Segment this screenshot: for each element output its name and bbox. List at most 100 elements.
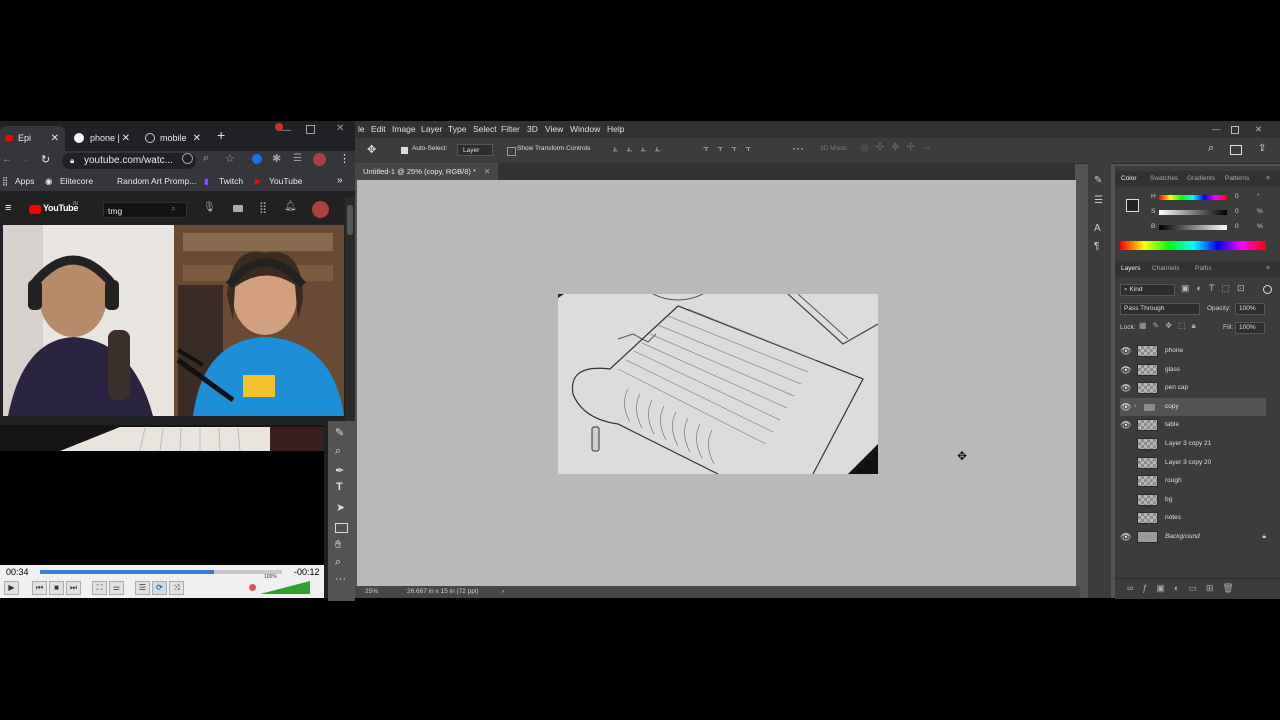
document-tab[interactable]: Untitled-1 @ 25% (copy, RGB/8) * ✕ — [355, 163, 499, 180]
menu-type[interactable]: Type — [448, 121, 466, 138]
saturation-slider[interactable] — [1159, 210, 1227, 215]
youtube-avatar[interactable] — [312, 201, 329, 218]
ps-close-icon[interactable]: ✕ — [1255, 121, 1262, 138]
type-tool-icon[interactable]: T — [336, 481, 343, 493]
opacity-input[interactable]: 100% — [1235, 303, 1265, 315]
visibility-eye-icon[interactable]: 👁︎ — [1120, 361, 1132, 379]
scrollbar-thumb[interactable] — [347, 205, 353, 235]
tab-3[interactable]: mobile ✕ — [139, 126, 207, 151]
workspace-icon[interactable] — [1230, 145, 1242, 155]
bookmark-youtube[interactable]: YouTube — [269, 171, 302, 191]
playlist-icon[interactable]: ☰ — [135, 581, 150, 595]
layer-row[interactable]: Layer 3 copy 21 — [1120, 435, 1266, 453]
more-tools-icon[interactable]: ··· — [335, 573, 346, 585]
tab-channels[interactable]: Channels — [1152, 261, 1179, 277]
menu-3d[interactable]: 3D — [527, 121, 538, 138]
layer-row[interactable]: 👁︎ pen cap — [1120, 379, 1266, 397]
mic-icon[interactable]: 🎙︎ — [203, 202, 216, 213]
bookmark-elitecore[interactable]: Elitecore — [60, 171, 93, 191]
adjustments-icon[interactable]: ☰ — [1094, 195, 1103, 206]
bookmark-twitch[interactable]: Twitch — [219, 171, 243, 191]
mute-icon[interactable] — [249, 584, 256, 591]
omnibox[interactable]: 🔒︎ youtube.com/watc... — [62, 153, 196, 169]
layer-row[interactable]: 👁︎ table — [1120, 416, 1266, 434]
move-tool-icon[interactable]: ✥ — [367, 143, 376, 156]
close-window-icon[interactable]: ✕ — [336, 123, 344, 134]
tab-1[interactable]: Epi ✕ — [0, 126, 65, 151]
brightness-value[interactable]: 0 — [1235, 223, 1239, 230]
ps-maximize-icon[interactable] — [1231, 126, 1239, 134]
zoom-tool-2-icon[interactable]: ⌕ — [335, 556, 341, 569]
menu-layer[interactable]: Layer — [421, 121, 442, 138]
visibility-eye-icon[interactable]: 👁︎ — [1120, 528, 1132, 546]
foreground-color-swatch[interactable] — [1126, 199, 1139, 212]
menu-select[interactable]: Select — [473, 121, 497, 138]
play-button[interactable]: ▶ — [4, 581, 19, 595]
fill-input[interactable]: 100% — [1235, 322, 1265, 334]
hue-value[interactable]: 0 — [1235, 193, 1239, 200]
shuffle-icon[interactable]: ⤨ — [169, 581, 184, 595]
layer-filter-dropdown[interactable]: ⌕ Kind — [1120, 284, 1175, 296]
auto-select-target-dropdown[interactable]: Layer — [457, 144, 493, 156]
new-tab-icon[interactable]: + — [217, 127, 225, 143]
menu-edit[interactable]: Edit — [371, 121, 386, 138]
brightness-slider[interactable] — [1159, 225, 1227, 230]
bookmark-star-icon[interactable]: ☆ — [225, 152, 235, 165]
pen-tool-icon[interactable]: ✒ — [335, 464, 344, 477]
close-document-icon[interactable]: ✕ — [484, 167, 490, 176]
tab-swatches[interactable]: Swatches — [1150, 171, 1178, 187]
reload-icon[interactable]: ↻ — [41, 153, 50, 166]
layers-footer-icons[interactable]: ∞ƒ▣◐▭⊞🗑︎ — [1127, 583, 1243, 594]
tab-layers[interactable]: Layers — [1121, 261, 1141, 277]
layer-row[interactable]: notes — [1120, 509, 1266, 527]
visibility-eye-icon[interactable]: 👁︎ — [1120, 398, 1132, 416]
search-icon[interactable]: ⌕ — [171, 203, 176, 214]
menu-help[interactable]: Help — [607, 121, 624, 138]
paragraph-icon[interactable]: ¶ — [1094, 241, 1099, 252]
chrome-menu-icon[interactable]: ⋮ — [339, 152, 350, 165]
apps-icon[interactable]: ⣿ — [259, 201, 267, 214]
status-expand-icon[interactable]: › — [502, 586, 504, 598]
menu-filter[interactable]: Filter — [501, 121, 520, 138]
youtube-logo-icon[interactable] — [29, 205, 41, 214]
group-expand-chevron-icon[interactable]: › — [1134, 398, 1136, 416]
visibility-eye-icon[interactable]: 👁︎ — [1120, 379, 1132, 397]
hue-slider[interactable] — [1159, 195, 1227, 200]
ps-minimize-icon[interactable]: — — [1212, 121, 1221, 138]
tab-patterns[interactable]: Patterns — [1225, 171, 1249, 187]
install-icon[interactable] — [182, 153, 193, 164]
rectangle-tool-icon[interactable] — [335, 523, 348, 533]
layer-row[interactable]: 👁︎ Background 🔒︎ — [1120, 528, 1266, 546]
layer-filter-type-icons[interactable]: ▣◐T⬚⊡ — [1181, 283, 1251, 294]
color-panel-menu-icon[interactable]: ≡ — [1266, 171, 1270, 187]
layer-row[interactable]: rough — [1120, 472, 1266, 490]
canvas-area[interactable]: ✥ — [357, 180, 1076, 586]
bookmark-random-art-prompts[interactable]: Random Art Promp... — [117, 171, 196, 191]
distribute-buttons-icon[interactable]: ⫟⫟⫟⫟ — [703, 143, 759, 154]
close-tab-icon[interactable]: ✕ — [193, 126, 201, 151]
brush-settings-icon[interactable]: ✎ — [1094, 175, 1102, 186]
loop-icon[interactable]: ⟳ — [152, 581, 167, 595]
tab-paths[interactable]: Paths — [1195, 261, 1212, 277]
tab-gradients[interactable]: Gradients — [1187, 171, 1215, 187]
zoom-level[interactable]: 25% — [365, 586, 378, 598]
share-icon[interactable]: ⇪ — [1258, 143, 1266, 154]
menu-window[interactable]: Window — [570, 121, 600, 138]
ps-search-icon[interactable]: ⌕ — [1208, 142, 1214, 155]
reading-list-icon[interactable]: ☰ — [293, 153, 302, 164]
layer-row[interactable]: 👁︎ glass — [1120, 361, 1266, 379]
seek-bar[interactable] — [40, 570, 282, 574]
brush-tool-icon[interactable]: ✎ — [335, 426, 344, 439]
layer-row[interactable]: Layer 3 copy 20 — [1120, 454, 1266, 472]
menu-image[interactable]: Image — [392, 121, 416, 138]
maximize-icon[interactable] — [306, 125, 315, 134]
zoom-icon[interactable]: ⌕ — [203, 152, 209, 165]
layer-row[interactable]: 👁︎ › copy — [1120, 397, 1266, 416]
close-tab-icon[interactable]: ✕ — [51, 126, 59, 151]
saturation-value[interactable]: 0 — [1235, 208, 1239, 215]
stop-icon[interactable]: ■ — [49, 581, 64, 595]
notifications-bell-icon[interactable]: 🔔︎ — [284, 201, 297, 212]
path-selection-icon[interactable]: ➤ — [336, 501, 345, 514]
align-buttons-icon[interactable]: ⫠⫠⫠⫠ — [612, 143, 668, 154]
menu-file[interactable]: le — [358, 121, 365, 138]
